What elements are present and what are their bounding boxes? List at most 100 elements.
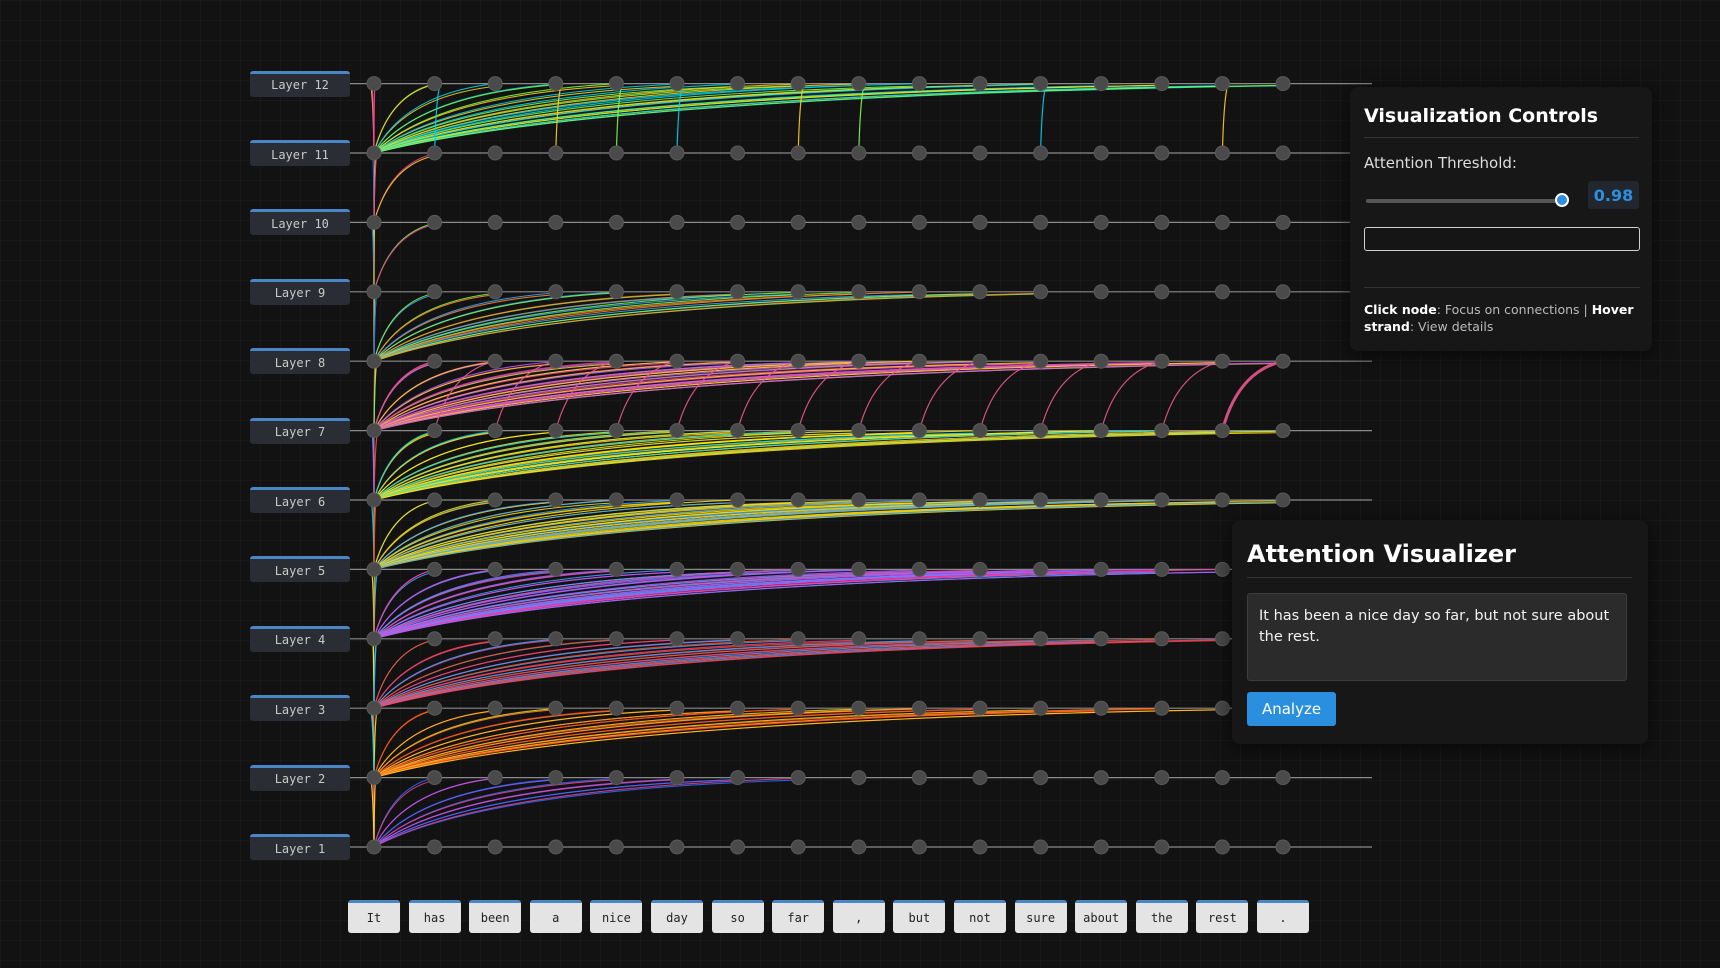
token-node[interactable]: [427, 353, 443, 369]
token-node[interactable]: [1033, 284, 1049, 300]
token-node[interactable]: [911, 423, 927, 439]
token-node[interactable]: [1214, 284, 1230, 300]
token-node[interactable]: [1154, 145, 1170, 161]
token-node[interactable]: [1214, 214, 1230, 230]
token-node[interactable]: [790, 770, 806, 786]
token-node[interactable]: [730, 145, 746, 161]
token-node[interactable]: [1154, 700, 1170, 716]
token-node[interactable]: [1033, 423, 1049, 439]
token-node[interactable]: [1093, 700, 1109, 716]
token-node[interactable]: [1154, 76, 1170, 92]
token-node[interactable]: [608, 353, 624, 369]
token-node[interactable]: [669, 145, 685, 161]
token-node[interactable]: [608, 214, 624, 230]
token-node[interactable]: [790, 76, 806, 92]
threshold-slider-thumb[interactable]: [1555, 193, 1569, 207]
attention-strand[interactable]: [1040, 360, 1102, 431]
attention-strand[interactable]: [1221, 83, 1229, 154]
token-box[interactable]: about: [1075, 900, 1128, 933]
sentence-input[interactable]: It has been a nice day so far, but not s…: [1247, 593, 1627, 681]
attention-strand[interactable]: [1161, 360, 1223, 431]
token-node[interactable]: [427, 770, 443, 786]
token-node[interactable]: [730, 561, 746, 577]
token-node[interactable]: [427, 284, 443, 300]
token-node[interactable]: [1275, 839, 1291, 855]
token-node[interactable]: [608, 839, 624, 855]
token-node[interactable]: [851, 770, 867, 786]
token-node[interactable]: [366, 284, 382, 300]
token-node[interactable]: [911, 700, 927, 716]
token-node[interactable]: [911, 214, 927, 230]
attention-strand[interactable]: [979, 360, 1041, 431]
token-node[interactable]: [911, 839, 927, 855]
attention-strand[interactable]: [434, 83, 442, 154]
token-box[interactable]: nice: [590, 900, 643, 933]
token-node[interactable]: [851, 284, 867, 300]
token-node[interactable]: [1275, 423, 1291, 439]
token-node[interactable]: [669, 770, 685, 786]
token-box[interactable]: day: [651, 900, 703, 933]
attention-strand[interactable]: [372, 430, 375, 501]
token-node[interactable]: [548, 700, 564, 716]
attention-strand[interactable]: [373, 155, 435, 223]
token-node[interactable]: [366, 770, 382, 786]
token-box[interactable]: been: [469, 900, 522, 933]
token-node[interactable]: [730, 770, 746, 786]
token-node[interactable]: [972, 700, 988, 716]
token-node[interactable]: [487, 700, 503, 716]
token-node[interactable]: [851, 76, 867, 92]
token-node[interactable]: [1214, 423, 1230, 439]
token-box[interactable]: rest: [1196, 900, 1249, 933]
token-node[interactable]: [1154, 353, 1170, 369]
token-node[interactable]: [366, 561, 382, 577]
token-node[interactable]: [790, 561, 806, 577]
token-node[interactable]: [548, 839, 564, 855]
token-node[interactable]: [851, 423, 867, 439]
token-node[interactable]: [911, 561, 927, 577]
token-node[interactable]: [427, 76, 443, 92]
attention-strand[interactable]: [373, 223, 435, 292]
token-node[interactable]: [608, 145, 624, 161]
token-node[interactable]: [1093, 423, 1109, 439]
token-node[interactable]: [427, 700, 443, 716]
token-node[interactable]: [1154, 492, 1170, 508]
token-node[interactable]: [851, 353, 867, 369]
attention-strand[interactable]: [797, 83, 805, 154]
token-node[interactable]: [427, 214, 443, 230]
token-node[interactable]: [911, 76, 927, 92]
token-node[interactable]: [427, 839, 443, 855]
token-node[interactable]: [1033, 214, 1049, 230]
token-node[interactable]: [427, 145, 443, 161]
token-node[interactable]: [487, 423, 503, 439]
token-node[interactable]: [1154, 839, 1170, 855]
token-node[interactable]: [790, 214, 806, 230]
token-node[interactable]: [1275, 492, 1291, 508]
token-node[interactable]: [366, 423, 382, 439]
token-node[interactable]: [911, 492, 927, 508]
token-node[interactable]: [790, 145, 806, 161]
token-node[interactable]: [548, 284, 564, 300]
attention-strand[interactable]: [373, 778, 617, 848]
token-box[interactable]: sure: [1014, 900, 1067, 933]
token-node[interactable]: [1275, 145, 1291, 161]
token-node[interactable]: [972, 76, 988, 92]
token-node[interactable]: [730, 76, 746, 92]
token-node[interactable]: [1214, 76, 1230, 92]
token-node[interactable]: [730, 839, 746, 855]
token-node[interactable]: [1214, 353, 1230, 369]
attention-strand[interactable]: [1220, 359, 1284, 431]
token-node[interactable]: [487, 214, 503, 230]
token-node[interactable]: [608, 631, 624, 647]
token-node[interactable]: [427, 561, 443, 577]
token-node[interactable]: [790, 492, 806, 508]
token-node[interactable]: [1093, 492, 1109, 508]
token-node[interactable]: [730, 700, 746, 716]
token-node[interactable]: [1154, 423, 1170, 439]
token-node[interactable]: [1275, 284, 1291, 300]
token-node[interactable]: [730, 631, 746, 647]
token-node[interactable]: [487, 353, 503, 369]
token-node[interactable]: [911, 284, 927, 300]
attention-strand[interactable]: [1040, 83, 1048, 154]
token-node[interactable]: [487, 561, 503, 577]
token-node[interactable]: [366, 145, 382, 161]
